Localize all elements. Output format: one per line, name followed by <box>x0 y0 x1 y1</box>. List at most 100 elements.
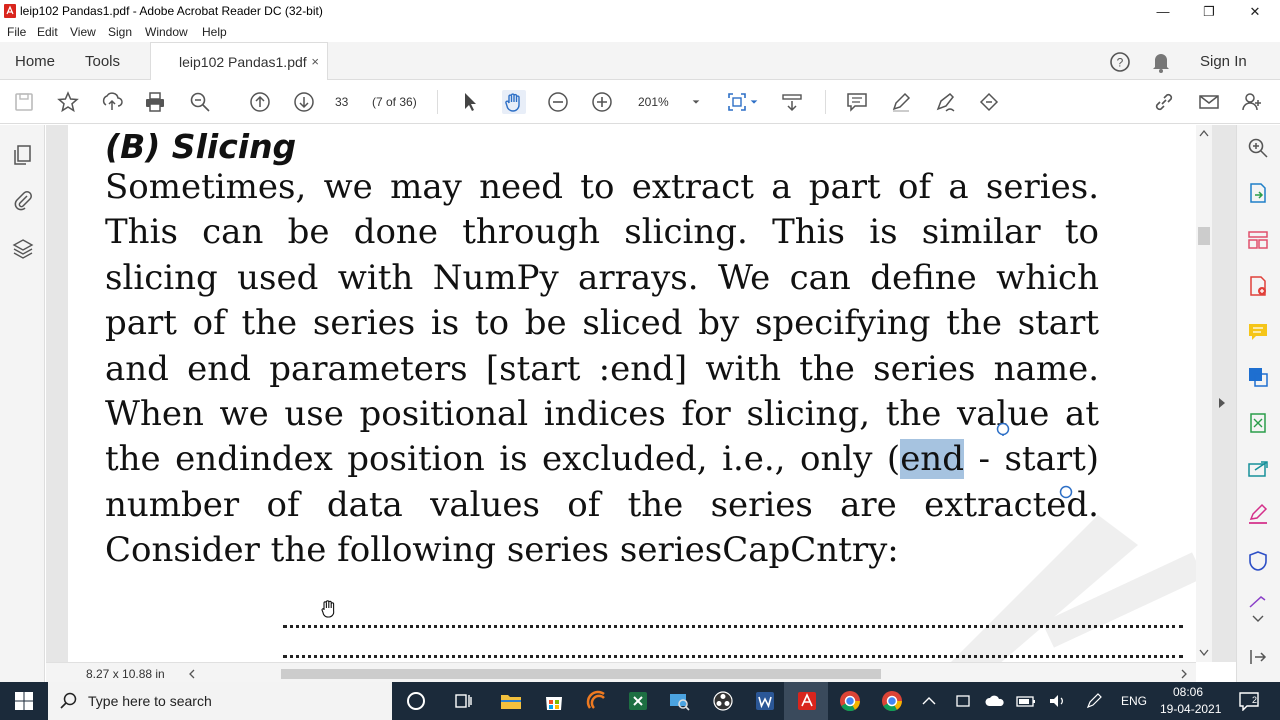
create-pdf-icon[interactable] <box>1247 275 1269 297</box>
selected-text[interactable]: end <box>900 439 964 480</box>
horizontal-scrollbar[interactable]: 8.27 x 10.88 in <box>46 662 1196 684</box>
next-page-icon[interactable] <box>292 90 316 114</box>
section-paragraph: Sometimes, we may need to extract a part… <box>105 165 1099 574</box>
windows-start-icon[interactable] <box>12 689 36 713</box>
tab-bar: Home Tools leip102 Pandas1.pdf × ? Sign … <box>0 42 1280 81</box>
compress-pdf-icon[interactable] <box>1247 412 1269 434</box>
scroll-up-icon[interactable] <box>1199 129 1209 137</box>
page-number-input[interactable]: 33 <box>335 91 365 113</box>
export-pdf-icon[interactable] <box>1247 182 1269 204</box>
onedrive-cloud-icon[interactable] <box>985 694 1005 708</box>
layers-icon[interactable] <box>12 237 34 259</box>
draw-sign-icon[interactable] <box>933 90 957 114</box>
search-zoom-icon[interactable] <box>1247 137 1269 159</box>
menu-help[interactable]: Help <box>202 25 227 39</box>
zoom-out-icon[interactable] <box>546 90 570 114</box>
maximize-button[interactable]: ❐ <box>1186 0 1232 23</box>
fit-page-icon[interactable] <box>725 90 749 114</box>
pdf-page[interactable]: (B) Slicing Sometimes, we may need to ex… <box>68 125 1196 662</box>
tab-close-button[interactable]: × <box>311 54 319 69</box>
page-thumbnails-icon[interactable] <box>12 144 34 166</box>
collapse-right-arrow-icon[interactable] <box>1218 397 1226 409</box>
horizontal-scroll-thumb[interactable] <box>281 669 881 679</box>
share-upload-icon[interactable] <box>100 90 124 114</box>
scroll-mode-icon[interactable] <box>780 90 804 114</box>
tab-document[interactable]: leip102 Pandas1.pdf × <box>150 42 328 81</box>
cortana-icon[interactable] <box>404 689 428 713</box>
menu-edit[interactable]: Edit <box>37 25 58 39</box>
zoom-in-icon[interactable] <box>590 90 614 114</box>
expand-tools-chevron-icon[interactable] <box>1252 615 1264 623</box>
email-icon[interactable] <box>1197 90 1221 114</box>
language-indicator[interactable]: ENG <box>1121 694 1147 708</box>
chrome-profile-icon[interactable] <box>880 689 904 713</box>
task-view-icon[interactable] <box>451 689 475 713</box>
help-icon[interactable]: ? <box>1109 51 1131 73</box>
send-for-review-icon[interactable] <box>1247 458 1269 480</box>
zoom-level-input[interactable]: 201% <box>638 95 669 109</box>
excel-icon[interactable] <box>626 689 650 713</box>
chrome-icon[interactable] <box>838 689 862 713</box>
fit-dropdown-icon[interactable] <box>748 90 760 114</box>
menu-view[interactable]: View <box>70 25 96 39</box>
file-explorer-icon[interactable] <box>499 689 523 713</box>
zoom-dropdown-icon[interactable] <box>690 90 702 114</box>
scroll-right-icon[interactable] <box>1180 669 1188 679</box>
taskbar-search-box[interactable]: Type here to search <box>48 682 392 720</box>
minimize-button[interactable]: — <box>1140 0 1186 23</box>
select-cursor-icon[interactable] <box>458 90 482 114</box>
fill-and-sign-icon[interactable] <box>1247 503 1269 525</box>
clock-date[interactable]: 19-04-2021 <box>1160 702 1221 716</box>
notification-bell-icon[interactable] <box>1151 51 1171 73</box>
hand-tool-icon[interactable] <box>502 90 526 114</box>
acrobat-logo-icon <box>4 4 16 18</box>
comment-icon[interactable] <box>845 90 869 114</box>
sign-in-link[interactable]: Sign In <box>1200 42 1247 80</box>
selection-end-handle[interactable] <box>1059 485 1073 499</box>
title-bar: leip102 Pandas1.pdf - Adobe Acrobat Read… <box>0 0 1280 23</box>
previous-page-icon[interactable] <box>248 90 272 114</box>
scroll-left-icon[interactable] <box>188 669 196 679</box>
menu-window[interactable]: Window <box>145 25 188 39</box>
orange-app-icon[interactable] <box>585 689 609 713</box>
attachments-paperclip-icon[interactable] <box>12 189 34 211</box>
organize-pages-icon[interactable] <box>1247 229 1269 251</box>
table-preview-row <box>283 625 1183 629</box>
fill-sign-icon[interactable] <box>977 90 1001 114</box>
word-icon[interactable] <box>753 689 777 713</box>
translate-export-icon[interactable] <box>1247 366 1269 388</box>
print-icon[interactable] <box>143 90 167 114</box>
save-icon[interactable] <box>12 90 36 114</box>
more-tools-pen-icon[interactable] <box>1247 595 1269 609</box>
collapse-right-pane-icon[interactable] <box>1248 647 1268 667</box>
comment-tool-icon[interactable] <box>1247 321 1269 343</box>
tray-device-icon[interactable] <box>955 693 971 709</box>
highlight-pen-icon[interactable] <box>889 90 913 114</box>
tray-overflow-chevron-icon[interactable] <box>921 694 937 708</box>
bookmark-star-icon[interactable] <box>56 90 80 114</box>
document-viewport[interactable]: (B) Slicing Sometimes, we may need to ex… <box>46 125 1236 662</box>
pen-ink-icon[interactable] <box>1085 693 1103 709</box>
menu-sign[interactable]: Sign <box>108 25 132 39</box>
scroll-down-icon[interactable] <box>1199 649 1209 657</box>
microsoft-store-icon[interactable] <box>542 689 566 713</box>
clock-time[interactable]: 08:06 <box>1173 685 1203 699</box>
close-window-button[interactable]: ✕ <box>1232 0 1278 23</box>
search-icon <box>60 692 77 709</box>
tab-tools[interactable]: Tools <box>85 42 120 80</box>
battery-icon[interactable] <box>1016 694 1036 708</box>
vertical-scroll-thumb[interactable] <box>1198 227 1210 245</box>
selection-start-handle[interactable] <box>996 422 1010 436</box>
acrobat-reader-icon[interactable] <box>795 689 819 713</box>
add-user-icon[interactable] <box>1240 90 1264 114</box>
protect-shield-icon[interactable] <box>1247 550 1269 572</box>
search-app-icon[interactable] <box>668 689 692 713</box>
menu-file[interactable]: File <box>7 25 26 39</box>
vertical-scrollbar[interactable] <box>1196 125 1212 662</box>
action-center-icon[interactable]: 2 <box>1238 691 1260 711</box>
find-zoom-icon[interactable] <box>188 90 212 114</box>
volume-icon[interactable] <box>1048 693 1066 709</box>
obs-icon[interactable] <box>711 689 735 713</box>
tab-home[interactable]: Home <box>15 42 55 80</box>
link-icon[interactable] <box>1152 90 1176 114</box>
